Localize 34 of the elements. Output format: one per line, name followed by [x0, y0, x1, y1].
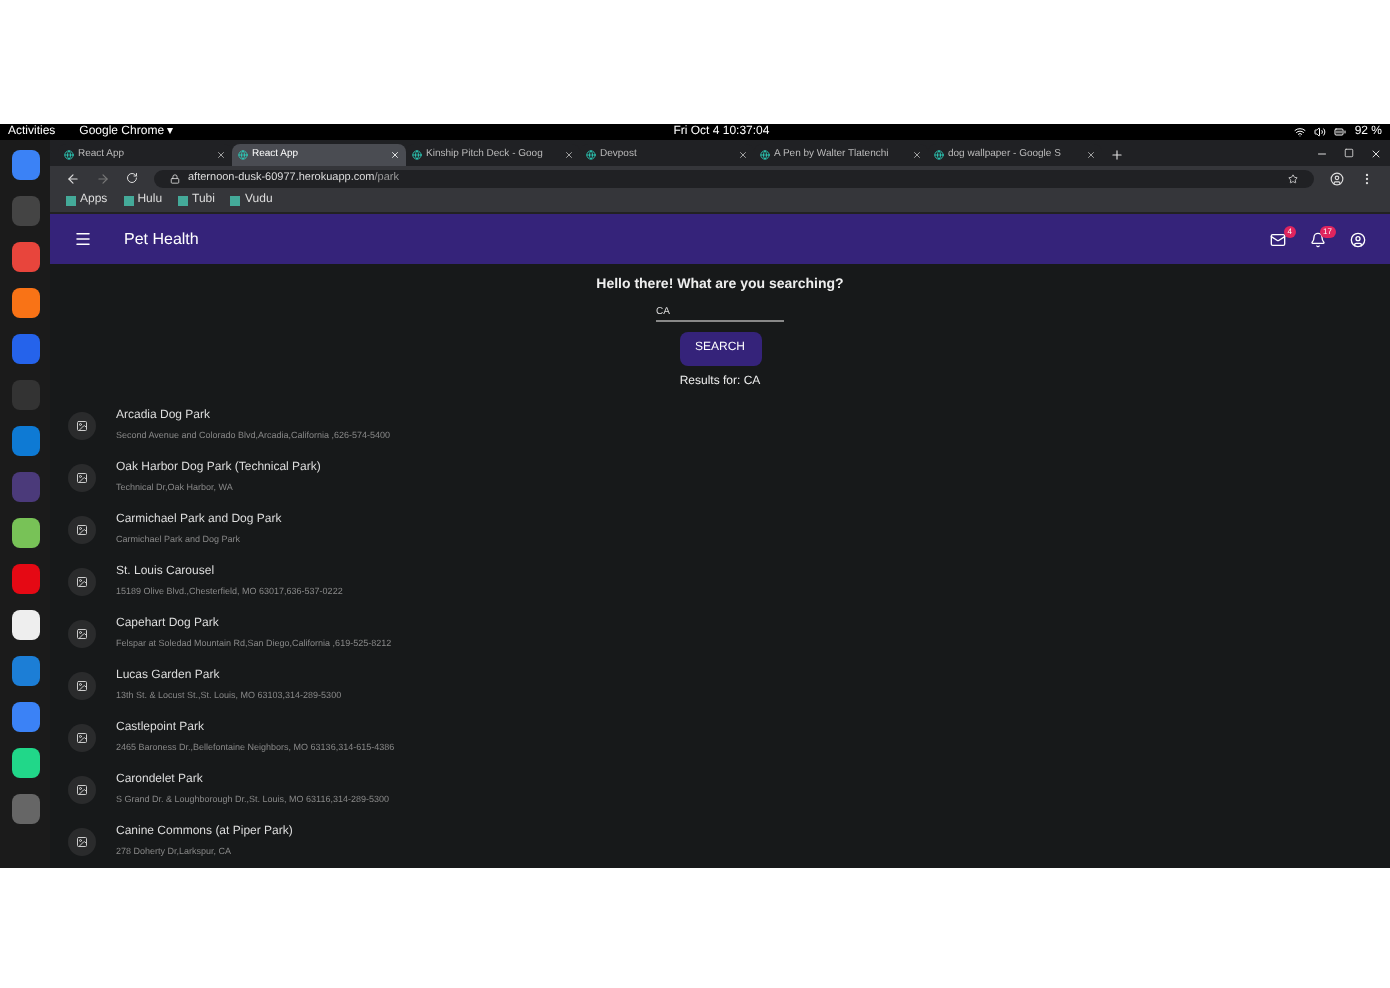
close-icon[interactable] — [1370, 148, 1382, 160]
favicon-icon — [934, 150, 944, 160]
image-icon — [68, 411, 96, 439]
battery-icon — [1334, 126, 1347, 138]
image-icon — [68, 463, 96, 491]
image-icon — [68, 567, 96, 595]
account-icon[interactable] — [1350, 231, 1366, 247]
menu-icon[interactable] — [74, 230, 92, 248]
new-tab-icon[interactable] — [1110, 148, 1124, 162]
menu-icon[interactable] — [1360, 171, 1374, 185]
app-title: Pet Health — [124, 227, 199, 251]
image-icon — [68, 671, 96, 699]
bookmark-star-icon[interactable] — [1288, 173, 1298, 183]
forward-icon[interactable] — [96, 171, 110, 185]
favicon-icon — [238, 150, 248, 160]
image-icon — [68, 827, 96, 855]
back-icon[interactable] — [66, 171, 80, 185]
image-icon — [68, 515, 96, 543]
image-icon — [68, 723, 96, 751]
favicon-icon — [412, 150, 422, 160]
volume-icon — [1314, 126, 1327, 138]
wifi-icon — [1294, 126, 1307, 138]
minimize-icon[interactable] — [1316, 148, 1328, 160]
reload-icon[interactable] — [126, 172, 138, 184]
image-icon — [68, 775, 96, 803]
profile-icon[interactable] — [1330, 171, 1344, 185]
favicon-icon — [760, 150, 770, 160]
mail-icon[interactable] — [1270, 231, 1286, 247]
lock-icon — [170, 173, 180, 183]
favicon-icon — [64, 150, 74, 160]
image-icon — [68, 619, 96, 647]
bell-icon[interactable] — [1310, 231, 1326, 247]
favicon-icon — [586, 150, 596, 160]
maximize-icon[interactable] — [1344, 148, 1354, 158]
